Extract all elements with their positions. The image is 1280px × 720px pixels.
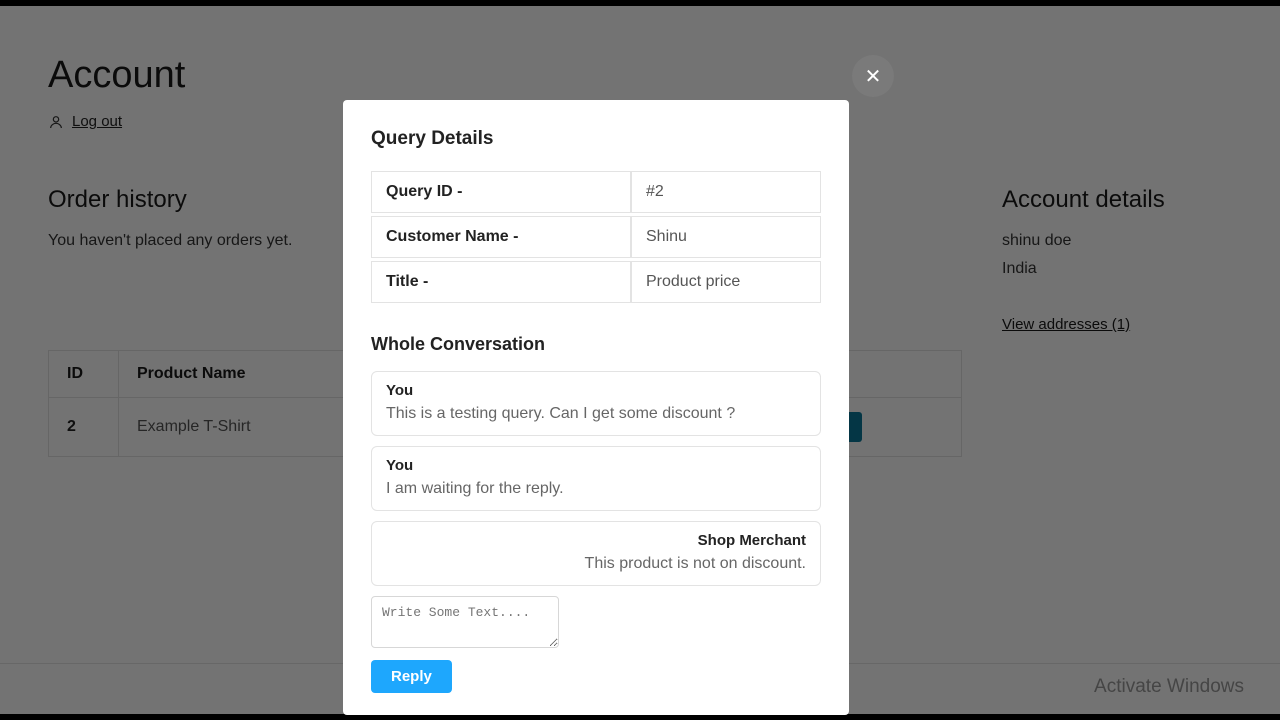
- title-label: Title -: [371, 261, 631, 303]
- conversation-heading: Whole Conversation: [371, 334, 821, 355]
- customer-name-label: Customer Name -: [371, 216, 631, 258]
- reply-button[interactable]: Reply: [371, 660, 452, 693]
- message-merchant: Shop Merchant This product is not on dis…: [371, 521, 821, 586]
- message-you-1: You This is a testing query. Can I get s…: [371, 371, 821, 436]
- kv-row: Customer Name - Shinu: [371, 216, 821, 258]
- message-body: This is a testing query. Can I get some …: [386, 405, 806, 423]
- message-body: This product is not on discount.: [386, 555, 806, 573]
- message-sender: Shop Merchant: [386, 532, 806, 549]
- message-you-2: You I am waiting for the reply.: [371, 446, 821, 511]
- customer-name-value: Shinu: [631, 216, 821, 258]
- query-details-modal: Query Details Query ID - #2 Customer Nam…: [343, 100, 849, 715]
- kv-row: Title - Product price: [371, 261, 821, 303]
- query-details-table: Query ID - #2 Customer Name - Shinu Titl…: [371, 168, 821, 306]
- query-id-label: Query ID -: [371, 171, 631, 213]
- kv-row: Query ID - #2: [371, 171, 821, 213]
- title-value: Product price: [631, 261, 821, 303]
- message-sender: You: [386, 457, 806, 474]
- message-sender: You: [386, 382, 806, 399]
- message-body: I am waiting for the reply.: [386, 480, 806, 498]
- query-id-value: #2: [631, 171, 821, 213]
- reply-textarea[interactable]: [371, 596, 559, 648]
- close-button[interactable]: ✕: [852, 55, 894, 97]
- close-icon: ✕: [865, 64, 882, 89]
- modal-title: Query Details: [371, 128, 821, 150]
